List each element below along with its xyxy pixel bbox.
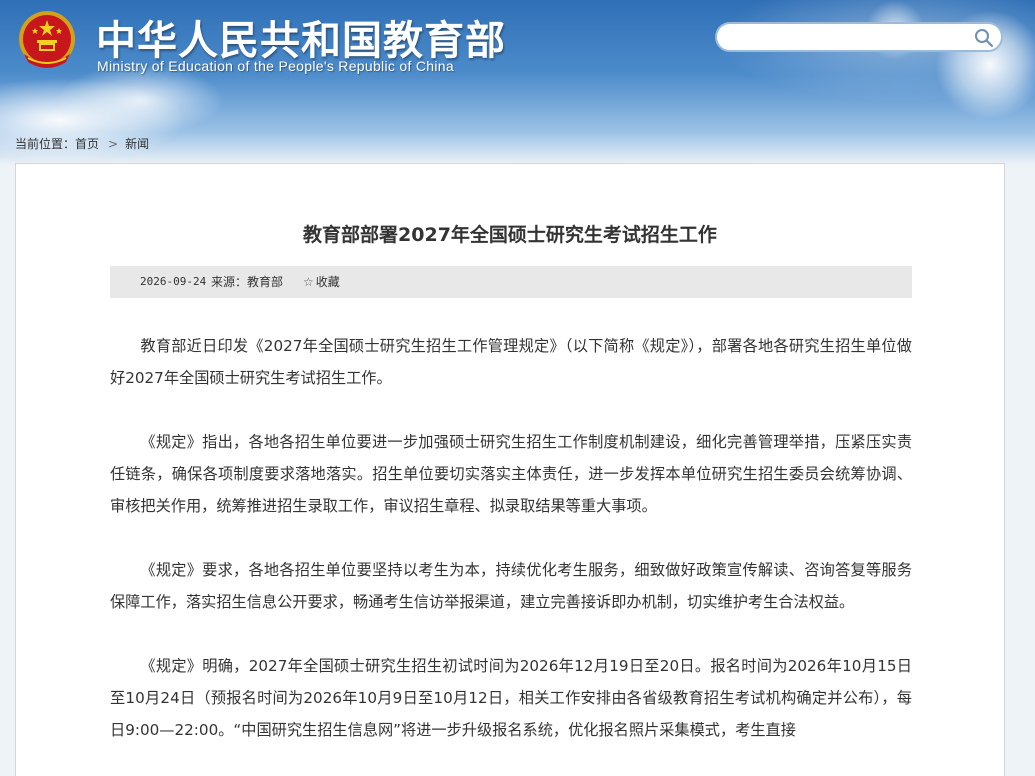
- article-paragraph: 《规定》要求，各地各招生单位要坚持以考生为本，持续优化考生服务，细致做好政策宣传…: [110, 561, 912, 611]
- article-paragraph: 《规定》指出，各地各招生单位要进一步加强硕士研究生招生工作制度机制建设，细化完善…: [110, 433, 912, 515]
- breadcrumb-home-link[interactable]: 首页: [75, 137, 99, 151]
- article-body: 教育部近日印发《2027年全国硕士研究生招生工作管理规定》（以下简称《规定》），…: [110, 330, 912, 776]
- breadcrumb-news-link[interactable]: 新闻: [125, 137, 149, 151]
- search-box: [715, 22, 1003, 52]
- star-outline-icon: ☆: [303, 275, 314, 289]
- article-paragraph: 《规定》明确，2027年全国硕士研究生招生初试时间为2026年12月19日至20…: [110, 657, 912, 739]
- article-meta-bar: 2026-09-24 来源：教育部 ☆ 收藏: [110, 266, 912, 298]
- article-source: 来源：教育部: [211, 275, 284, 289]
- site-title-en[interactable]: Ministry of Education of the People's Re…: [97, 58, 454, 74]
- favorite-button[interactable]: ☆ 收藏: [303, 266, 340, 298]
- site-header: 中华人民共和国教育部 Ministry of Education of the …: [0, 0, 1035, 165]
- chevron-right-icon: >: [108, 137, 119, 151]
- publish-date: 2026-09-24: [140, 275, 207, 288]
- article-title: 教育部部署2027年全国硕士研究生考试招生工作: [303, 224, 717, 246]
- search-input[interactable]: [729, 28, 969, 46]
- favorite-label: 收藏: [315, 275, 340, 289]
- article-paragraph: 教育部近日印发《2027年全国硕士研究生招生工作管理规定》（以下简称《规定》），…: [110, 337, 912, 387]
- breadcrumb: 当前位置：首页 > 新闻: [15, 135, 149, 152]
- national-emblem-icon[interactable]: [14, 8, 80, 74]
- article-container: 教育部部署2027年全国硕士研究生考试招生工作 2026-09-24 来源：教育…: [15, 163, 1005, 776]
- search-icon[interactable]: [973, 27, 995, 49]
- breadcrumb-prefix: 当前位置：: [15, 137, 76, 151]
